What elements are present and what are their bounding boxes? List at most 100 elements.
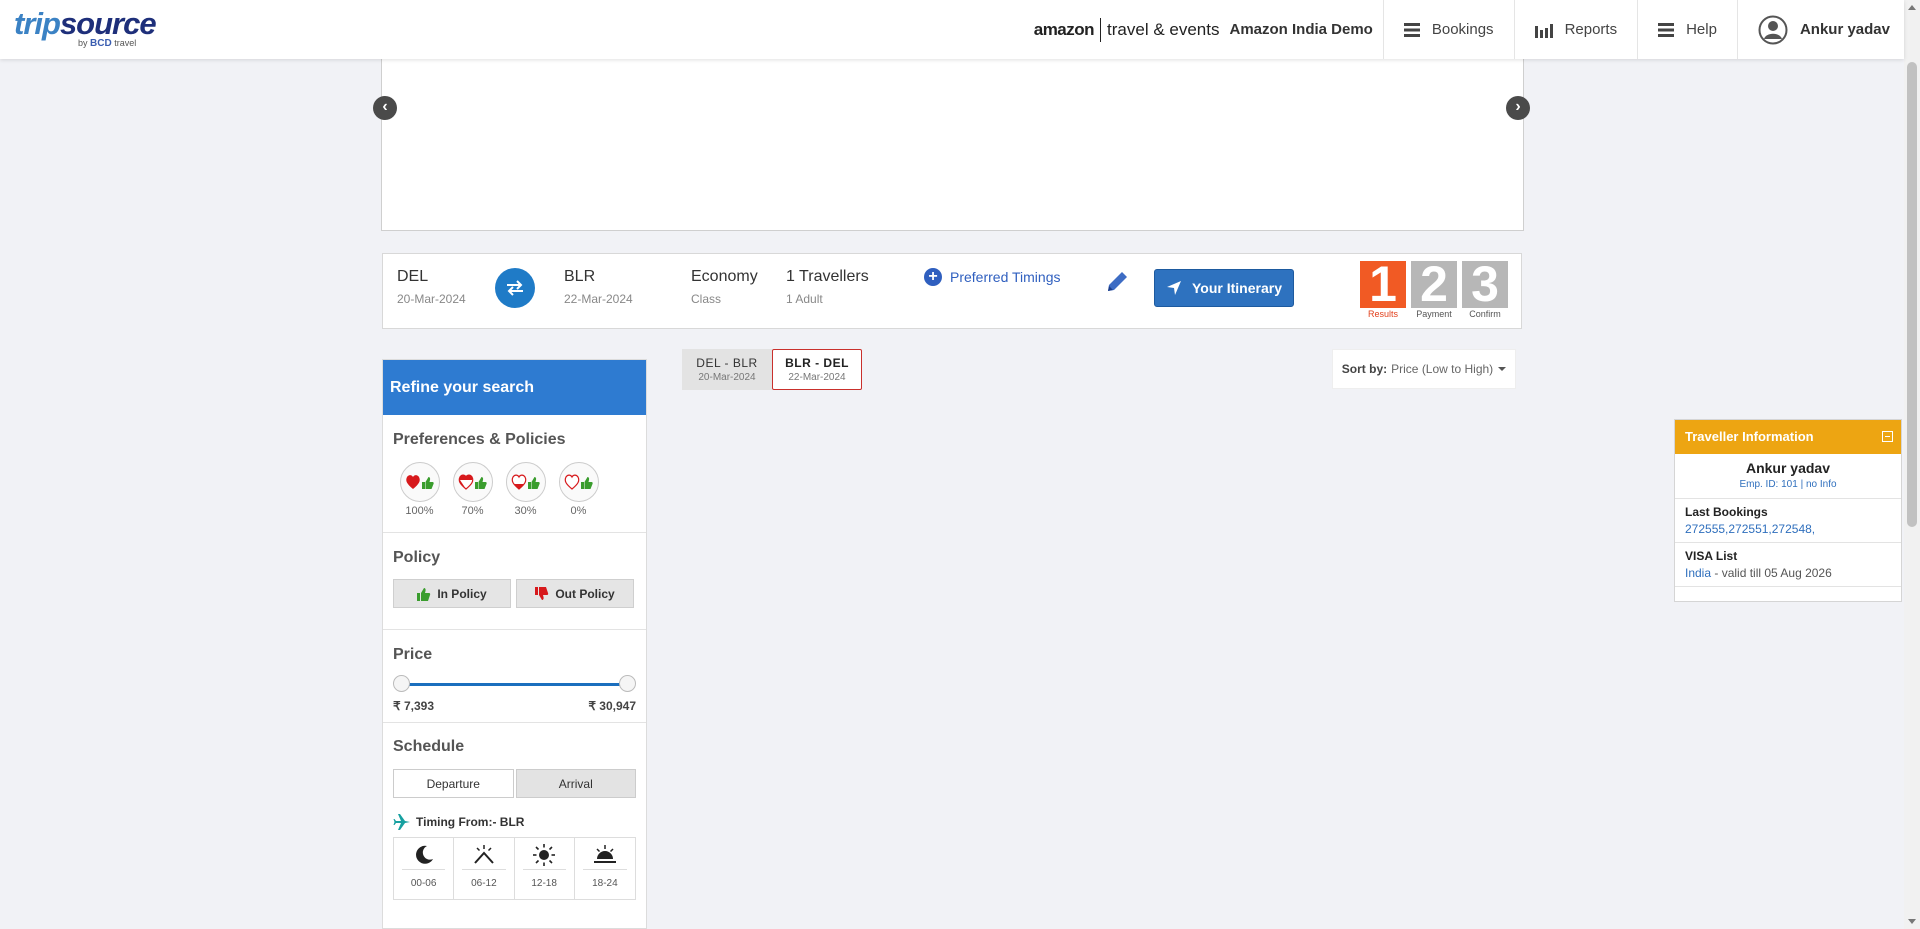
sort-by-label: Sort by: [1341, 362, 1388, 376]
preference-label: 100% [405, 505, 434, 517]
time-slot-12-18[interactable]: 12-18 [515, 838, 575, 899]
plus-icon: + [924, 268, 942, 286]
moon-icon [402, 844, 446, 870]
swap-route-button[interactable] [495, 268, 535, 308]
return-date: 22-Mar-2024 [564, 292, 633, 306]
sun-icon [522, 843, 566, 870]
policy-title: Policy [393, 549, 441, 566]
heart-thumb-icon [558, 462, 599, 502]
sort-by-value: Price (Low to High) [1391, 362, 1494, 376]
preference-0-button[interactable]: 0% [552, 462, 605, 517]
time-slot-18-24[interactable]: 18-24 [575, 838, 635, 899]
nav-reports[interactable]: Reports [1513, 0, 1638, 59]
edit-search-button[interactable] [1104, 269, 1130, 300]
heart-thumb-icon [399, 462, 440, 502]
menu-icon [1658, 22, 1675, 37]
search-summary: DEL 20-Mar-2024 BLR 22-Mar-2024 Economy … [382, 253, 1522, 329]
time-slot-06-12[interactable]: 06-12 [454, 838, 515, 899]
step-number: 2 [1411, 259, 1457, 309]
refine-search-title: Refine your search [383, 360, 646, 415]
time-slot-00-06[interactable]: 00-06 [394, 838, 455, 899]
promo-banner [381, 58, 1524, 231]
step-number: 1 [1360, 259, 1406, 309]
heart-thumb-icon [505, 462, 546, 502]
price-range-slider[interactable] [393, 675, 636, 692]
traveller-emp-id: Emp. ID: 101 | no Info [1675, 479, 1901, 499]
schedule-section: Schedule Departure Arrival Timing From:-… [383, 723, 646, 900]
cabin-class-sub: Class [691, 292, 722, 306]
sector-route: BLR - DEL [785, 356, 849, 370]
traveller-name: Ankur yadav [1745, 460, 1831, 476]
booking-steps: 1 Results 2 Payment 3 Confirm [1360, 259, 1513, 319]
preference-100-button[interactable]: 100% [393, 462, 446, 517]
traveller-info-panel: Traveller Information Ankur yadav Emp. I… [1674, 419, 1902, 602]
preference-label: 70% [461, 505, 484, 517]
amazon-branding: amazon travel & events Amazon India Demo [1034, 0, 1383, 59]
nav-bookings[interactable]: Bookings [1382, 0, 1514, 59]
nav-reports-label: Reports [1564, 21, 1618, 38]
price-section: Price ₹ 7,393 ₹ 30,947 [383, 630, 646, 723]
traveller-info-header: Traveller Information [1675, 420, 1901, 454]
banner-next-button[interactable]: › [1506, 96, 1530, 120]
departure-tab[interactable]: Departure [393, 769, 514, 798]
amazon-tagline: travel & events [1107, 19, 1220, 39]
menu-icon [1403, 22, 1420, 37]
preference-label: 30% [514, 505, 537, 517]
price-min-handle[interactable] [393, 675, 410, 692]
scroll-down-icon[interactable] [1908, 919, 1916, 924]
caret-down-icon [1498, 367, 1507, 371]
scroll-up-icon[interactable] [1908, 5, 1916, 10]
user-name: Ankur yadav [1799, 21, 1890, 38]
visa-country[interactable]: India [1685, 566, 1711, 580]
sector-tab-blr-del[interactable]: BLR - DEL 22-Mar-2024 [772, 349, 862, 390]
step-label: Results [1367, 309, 1398, 319]
cabin-class: Economy [691, 268, 758, 285]
thumbs-down-icon [535, 586, 549, 600]
out-policy-label: Out Policy [555, 586, 615, 601]
in-policy-button[interactable]: In Policy [393, 579, 511, 608]
arrival-tab[interactable]: Arrival [515, 769, 636, 798]
preference-30-button[interactable]: 30% [499, 462, 552, 517]
visa-list-section: VISA List India - valid till 05 Aug 2026 [1675, 543, 1901, 587]
last-bookings-section: Last Bookings 272555,272551,272548, [1675, 499, 1901, 543]
visa-list-label: VISA List [1685, 549, 1738, 563]
traveller-info-title: Traveller Information [1685, 429, 1814, 444]
arrival-label: Arrival [558, 776, 593, 791]
price-min-label: ₹ 7,393 [393, 699, 434, 713]
nav-bookings-label: Bookings [1431, 21, 1494, 38]
bar-chart-icon [1534, 22, 1553, 38]
price-max-handle[interactable] [619, 675, 636, 692]
schedule-title: Schedule [393, 738, 465, 755]
sunrise-icon [462, 844, 506, 870]
sector-tab-del-blr[interactable]: DEL - BLR 20-Mar-2024 [682, 349, 772, 390]
in-policy-label: In Policy [437, 586, 487, 601]
out-policy-button[interactable]: Out Policy [516, 579, 634, 608]
pencil-icon [1108, 272, 1127, 291]
preference-70-button[interactable]: 70% [446, 462, 499, 517]
company-name: Amazon India Demo [1229, 21, 1373, 38]
user-avatar-icon [1758, 15, 1788, 45]
traveller-count: 1 Travellers [786, 268, 869, 285]
preferred-timings-link[interactable]: + Preferred Timings [924, 268, 1060, 286]
step-results: 1 Results [1360, 259, 1406, 319]
page-scrollbar[interactable] [1904, 0, 1920, 929]
visa-validity: - valid till 05 Aug 2026 [1711, 566, 1832, 580]
time-slot-label: 06-12 [471, 878, 497, 889]
your-itinerary-label: Your Itinerary [1192, 280, 1282, 296]
policy-section: Policy In Policy Out Policy [383, 533, 646, 630]
scroll-thumb[interactable] [1907, 62, 1917, 527]
heart-thumb-icon [452, 462, 493, 502]
sort-by-dropdown[interactable]: Sort by: Price (Low to High) [1332, 349, 1516, 389]
nav-help[interactable]: Help [1637, 0, 1737, 59]
tripsource-logo[interactable]: tripsource by BCD travel [14, 6, 157, 49]
last-bookings-links[interactable]: 272555,272551,272548, [1685, 522, 1891, 536]
step-number: 3 [1462, 259, 1508, 309]
collapse-icon[interactable] [1882, 431, 1893, 442]
user-menu[interactable]: Ankur yadav [1736, 0, 1904, 59]
banner-prev-button[interactable]: ‹ [373, 96, 397, 120]
sunset-icon [582, 844, 627, 870]
airplane-icon [393, 814, 410, 830]
time-slot-label: 12-18 [531, 878, 557, 889]
time-slot-grid: 00-06 06-12 12-18 18-24 [393, 837, 636, 900]
your-itinerary-button[interactable]: Your Itinerary [1154, 269, 1294, 307]
